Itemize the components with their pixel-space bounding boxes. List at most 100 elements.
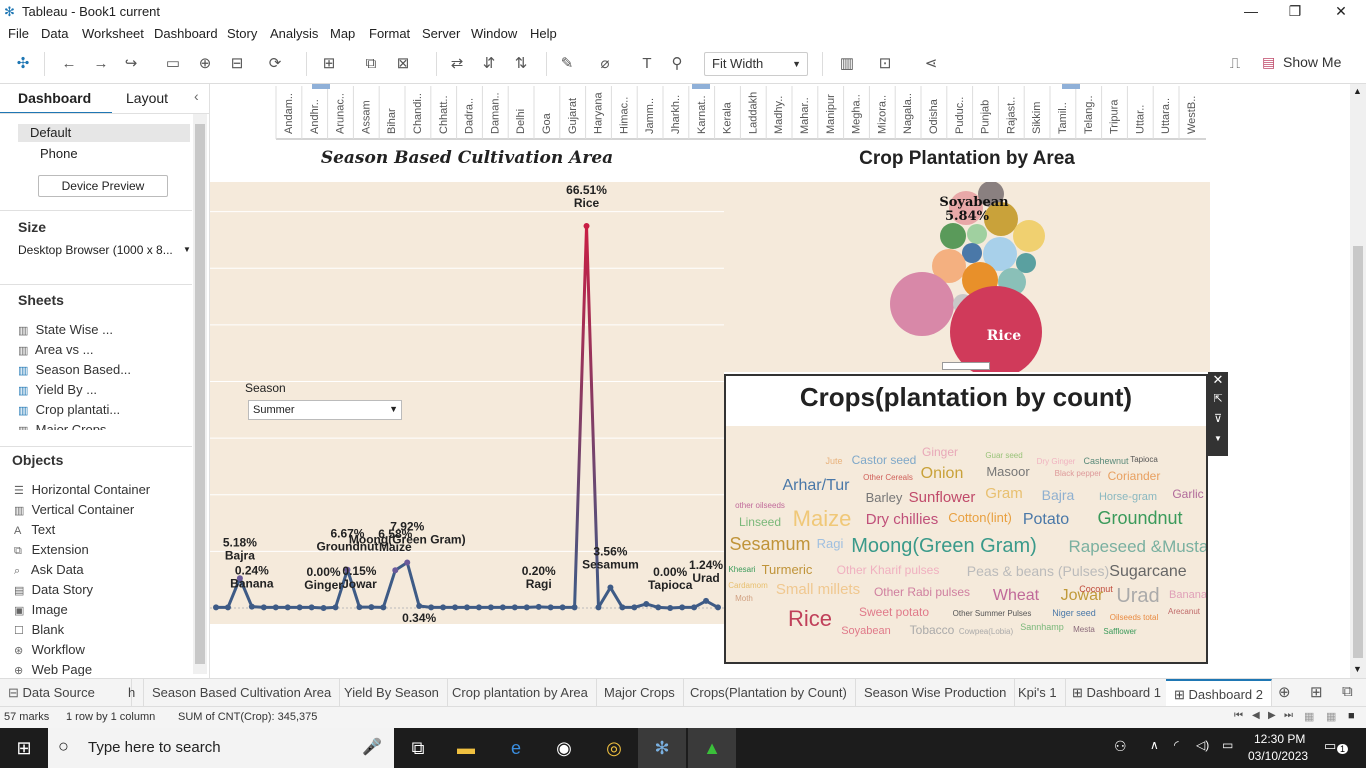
data-point[interactable] [679,604,686,611]
data-point[interactable] [392,567,399,574]
tab-dashboard[interactable]: Dashboard [18,90,91,106]
menu-analysis[interactable]: Analysis [270,26,318,41]
forward-arrow-icon[interactable]: → [90,54,112,74]
tableau-home-icon[interactable]: ✣ [12,54,34,74]
device-default[interactable]: Default [18,124,190,142]
wordcloud-word[interactable]: Sweet potato [859,605,929,619]
canvas-vertical-scrollbar[interactable]: ▲ ▼ [1350,84,1366,678]
menu-window[interactable]: Window [471,26,517,41]
data-point[interactable] [535,603,542,610]
sheet-item[interactable]: ▥ State Wise ... [18,322,113,337]
wordcloud-word[interactable]: Niger seed [1052,608,1096,618]
tableau-taskbar-icon[interactable]: ✻ [638,728,686,768]
app-icon[interactable]: ◉ [540,728,588,768]
data-point[interactable] [320,605,327,611]
data-point[interactable] [619,604,626,611]
data-point[interactable] [655,604,662,611]
keyboard-icon[interactable]: ▭ [1222,738,1233,752]
file-explorer-icon[interactable]: ▬ [442,728,490,768]
new-worksheet-tab-icon[interactable]: ⊕ [1278,683,1291,701]
wordcloud-word[interactable]: Rapeseed &Mustard [1069,537,1206,556]
new-story-tab-icon[interactable]: ⧉ [1342,683,1353,700]
data-point[interactable] [224,604,231,611]
wordcloud-word[interactable]: Bajra [1042,487,1075,503]
remove-close-icon[interactable]: ✕ [1208,372,1228,392]
show-me-icon[interactable]: ▤ [1262,54,1275,71]
data-point[interactable] [559,604,566,611]
menu-server[interactable]: Server [422,26,460,41]
wordcloud-word[interactable]: Arecanut [1168,607,1201,616]
tab-dashboard-1[interactable]: ⊞ Dashboard 1 [1064,679,1170,706]
wordcloud-word[interactable]: Sugarcane [1109,563,1186,580]
redo-icon[interactable]: ↪ [120,54,142,74]
swap-icon[interactable]: ⇄ [446,54,468,74]
wordcloud-word[interactable]: Coriander [1108,469,1161,483]
data-point[interactable] [547,604,554,611]
wordcloud-word[interactable]: Tapioca [1130,455,1158,464]
data-point[interactable] [356,604,363,611]
data-point[interactable] [452,604,459,611]
sort-descending-icon[interactable]: ⇅ [510,54,532,74]
data-point[interactable] [272,604,279,611]
data-point[interactable] [308,604,315,611]
menu-file[interactable]: File [8,26,29,41]
wordcloud-word[interactable]: Onion [921,465,964,482]
scroll-down-icon[interactable]: ▼ [1353,664,1362,674]
object-item[interactable]: ▥ Vertical Container [14,502,134,517]
wordcloud-word[interactable]: Other Cereals [863,473,913,482]
wordcloud-word[interactable]: Sannhamp [1020,622,1064,632]
wordcloud-word[interactable]: Soyabean [841,625,891,637]
object-item[interactable]: ⊕ Web Page [14,662,92,676]
wordcloud-word[interactable]: Cardamom [728,581,768,590]
task-view-icon[interactable]: ⧉ [394,728,442,768]
share-icon[interactable]: ⋖ [920,54,942,74]
data-point[interactable] [571,604,578,611]
wordcloud-word[interactable]: Gram [985,485,1023,502]
new-datasource-icon[interactable]: ⊕ [194,54,216,74]
wordcloud-word[interactable]: Other Kharif pulses [837,563,940,577]
people-icon[interactable]: ⚇ [1114,738,1127,755]
wordcloud-word[interactable]: Oilseeds total [1110,613,1159,622]
data-point[interactable] [607,584,614,591]
data-point[interactable] [248,603,255,610]
object-item[interactable]: ⧉ Extension [14,542,89,558]
windows-start-icon[interactable]: ⊞ [0,728,48,768]
wordcloud-word[interactable]: Khesari [728,565,755,574]
new-dashboard-tab-icon[interactable]: ⊞ [1310,683,1323,701]
wordcloud-word[interactable]: Other Rabi pulses [874,585,970,599]
data-point[interactable] [643,600,650,607]
clock-date[interactable]: 03/10/2023 [1248,749,1308,763]
close-button[interactable]: ✕ [1318,0,1364,22]
drag-handle[interactable] [942,362,990,370]
chrome-icon[interactable]: ◎ [590,728,638,768]
grid-view-icon[interactable]: ▦ [1326,710,1336,723]
wordcloud-word[interactable]: Black pepper [1055,469,1102,478]
data-point[interactable] [284,604,291,611]
data-point[interactable] [213,604,219,611]
data-point[interactable] [464,604,470,611]
tab-major-crops[interactable]: Major Crops [596,679,684,706]
fit-width-select[interactable]: Fit Width ▼ [704,52,808,76]
tab-crops-count[interactable]: Crops(Plantation by Count) [682,679,856,706]
data-point[interactable] [332,604,339,611]
object-item[interactable]: ☐ Blank [14,622,64,637]
microphone-icon[interactable]: 🎤 [362,737,382,757]
crop-area-bubbles[interactable]: Soyabean 5.84% Rice [724,181,1210,378]
tabs-view-icon[interactable]: ■ [1348,710,1355,722]
restore-button[interactable]: ❐ [1272,0,1318,22]
left-panel-scrollbar[interactable] [193,114,207,674]
data-point[interactable] [368,604,375,611]
menu-worksheet[interactable]: Worksheet [82,26,144,41]
minimize-button[interactable]: — [1228,0,1274,22]
wordcloud-word[interactable]: Turmeric [762,562,813,577]
show-me-button[interactable]: Show Me [1283,54,1341,70]
bubble[interactable] [962,243,982,263]
wordcloud-word[interactable]: Horse-gram [1099,491,1157,503]
last-page-icon[interactable]: ⏭ [1284,710,1293,721]
wordcloud-word[interactable]: Wheat [993,587,1040,604]
wordcloud-word[interactable]: other oilseeds [735,501,785,510]
scroll-thumb[interactable] [1353,246,1363,658]
wordcloud-word[interactable]: Mesta [1073,625,1095,634]
menu-format[interactable]: Format [369,26,410,41]
show-hidden-icons-chevron-icon[interactable]: ∧ [1150,738,1159,752]
